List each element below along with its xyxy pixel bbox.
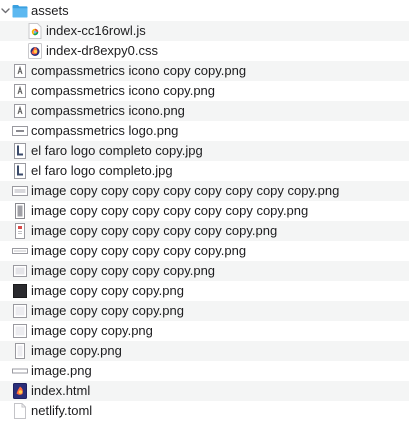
file-name: image.png — [31, 363, 92, 378]
file-list: assets index-cc16rowl.js index-dr8expy0.… — [0, 0, 409, 427]
file-row-index-html[interactable]: index.html — [0, 381, 409, 401]
file-name: el faro logo completo.jpg — [31, 163, 173, 178]
file-row[interactable]: image copy copy copy copy copy copy copy… — [0, 201, 409, 221]
file-name: compassmetrics icono copy copy.png — [31, 63, 247, 78]
file-name: compassmetrics logo.png — [31, 123, 179, 138]
file-name: assets — [31, 3, 69, 18]
file-name: image copy copy copy copy copy.png — [31, 243, 247, 258]
file-row[interactable]: image copy copy copy.png — [0, 301, 409, 321]
chevron-down-icon[interactable] — [0, 5, 10, 17]
image-narrow-icon — [12, 343, 28, 359]
image-thumb-icon — [12, 303, 28, 319]
file-row[interactable]: el faro logo completo.jpg — [0, 161, 409, 181]
image-narrow-icon — [12, 203, 28, 219]
file-row[interactable]: compassmetrics logo.png — [0, 121, 409, 141]
file-name: index.html — [31, 383, 91, 398]
file-row[interactable]: image copy copy copy copy copy copy copy… — [0, 181, 409, 201]
file-name: image copy copy copy.png — [31, 303, 184, 318]
file-name: image copy copy.png — [31, 323, 153, 338]
file-name: image copy copy copy copy.png — [31, 263, 216, 278]
image-dark-icon — [12, 283, 28, 299]
image-strip-icon — [12, 363, 28, 379]
file-row[interactable]: image copy copy copy copy copy.png — [0, 241, 409, 261]
file-row-css[interactable]: index-dr8expy0.css — [0, 41, 409, 61]
css-file-icon — [27, 43, 43, 59]
file-row[interactable]: image copy copy copy copy.png — [0, 261, 409, 281]
file-row[interactable]: image copy copy copy.png — [0, 281, 409, 301]
file-row[interactable]: image.png — [0, 361, 409, 381]
file-name: index-dr8expy0.css — [46, 43, 158, 58]
file-name: image copy copy copy copy copy copy copy… — [31, 183, 340, 198]
file-name: compassmetrics icono copy.png — [31, 83, 216, 98]
image-tall-icon — [12, 163, 28, 179]
file-row[interactable]: image copy copy.png — [0, 321, 409, 341]
file-name: image copy copy copy copy copy copy.png — [31, 223, 278, 238]
file-name: el faro logo completo copy.jpg — [31, 143, 203, 158]
file-row[interactable]: compassmetrics icono copy copy.png — [0, 61, 409, 81]
js-file-icon — [27, 23, 43, 39]
file-name: image copy copy copy copy copy copy copy… — [31, 203, 309, 218]
file-name: compassmetrics icono.png — [31, 103, 185, 118]
image-narrow-red-icon — [12, 223, 28, 239]
file-row[interactable]: image copy.png — [0, 341, 409, 361]
image-thumb-icon — [12, 323, 28, 339]
file-name: index-cc16rowl.js — [46, 23, 146, 38]
file-row-netlify[interactable]: netlify.toml — [0, 401, 409, 421]
image-wide-icon — [12, 183, 28, 199]
document-icon — [12, 403, 28, 419]
file-name: image copy copy copy.png — [31, 283, 184, 298]
image-thumb-icon — [12, 263, 28, 279]
image-thumb-icon — [12, 63, 28, 79]
html-file-icon — [12, 383, 28, 399]
file-row-assets[interactable]: assets — [0, 1, 409, 21]
file-name: netlify.toml — [31, 403, 93, 418]
image-thumb-icon — [12, 83, 28, 99]
file-row[interactable]: image copy copy copy copy copy copy.png — [0, 221, 409, 241]
image-thumb-icon — [12, 103, 28, 119]
file-row[interactable]: compassmetrics icono copy.png — [0, 81, 409, 101]
image-wide-icon — [12, 123, 28, 139]
image-strip-icon — [12, 243, 28, 259]
file-row[interactable]: el faro logo completo copy.jpg — [0, 141, 409, 161]
file-row[interactable]: compassmetrics icono.png — [0, 101, 409, 121]
file-row-js[interactable]: index-cc16rowl.js — [0, 21, 409, 41]
image-tall-icon — [12, 143, 28, 159]
file-name: image copy.png — [31, 343, 122, 358]
folder-icon — [12, 3, 28, 19]
